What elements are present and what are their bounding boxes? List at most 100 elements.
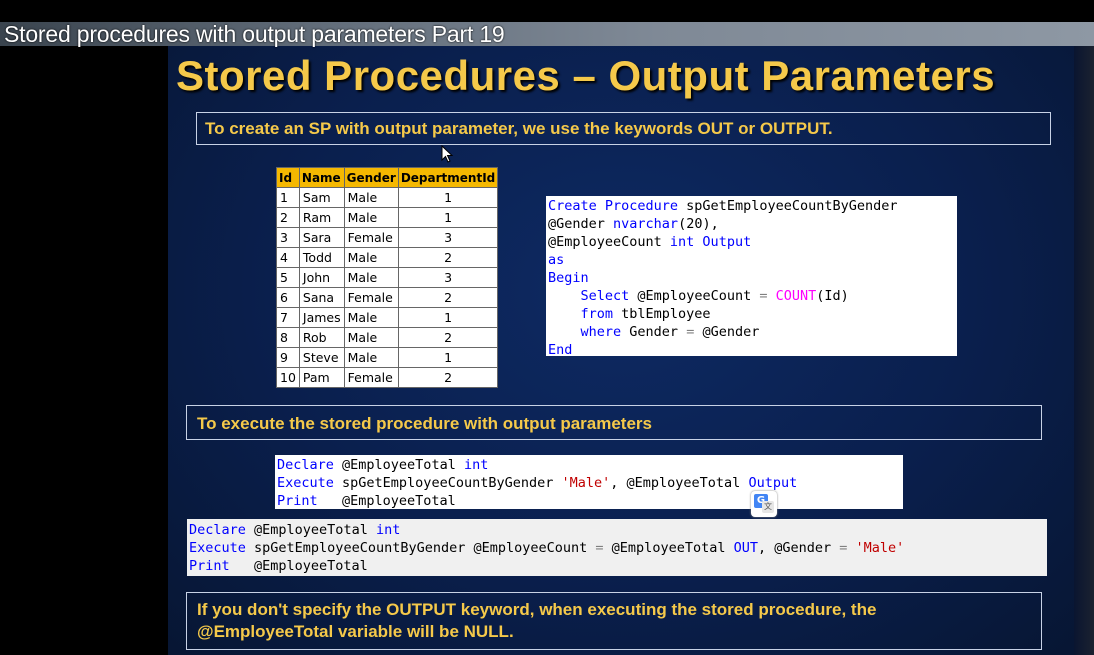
- table-cell: 2: [276, 207, 300, 228]
- table-cell: 6: [276, 287, 300, 308]
- table-cell: 1: [397, 187, 499, 208]
- slide-edge: [1074, 46, 1094, 655]
- employee-table: Id Name Gender DepartmentId 1 Sam Male 1 2 Ra…: [276, 167, 499, 388]
- table-cell: 1: [276, 187, 300, 208]
- execute-heading-text: To execute the stored procedure with out…: [197, 414, 652, 433]
- intro-box: To create an SP with output parameter, w…: [196, 112, 1051, 145]
- table-cell: 1: [397, 307, 499, 328]
- table-cell: 2: [397, 367, 499, 388]
- code-token: @EmployeeTotal: [333, 457, 464, 473]
- code-token: spGetEmployeeCountByGender @EmployeeCoun…: [245, 540, 596, 556]
- code-token: int Output: [669, 234, 752, 250]
- code-token: , @Gender: [757, 540, 840, 556]
- table-cell: Male: [343, 307, 399, 328]
- execute-heading-box: To execute the stored procedure with out…: [186, 405, 1042, 440]
- translate-t-glyph: 文: [762, 501, 774, 513]
- code-token: Select: [580, 288, 630, 304]
- table-cell: Female: [343, 287, 399, 308]
- note-line-2: @EmployeeTotal variable will be NULL.: [197, 622, 514, 641]
- table-cell: Steve: [298, 347, 345, 368]
- table-cell: 2: [397, 247, 499, 268]
- code-token: tblEmployee: [613, 306, 711, 322]
- table-cell: Sana: [298, 287, 345, 308]
- code-token: OUT: [733, 540, 758, 556]
- code-token: @EmployeeCount: [548, 234, 670, 250]
- code-token: as: [548, 252, 565, 268]
- code-token: Print: [189, 558, 230, 574]
- table-row: 4 Todd Male 2: [276, 247, 499, 268]
- table-header-row: Id Name Gender DepartmentId: [276, 167, 499, 188]
- table-cell: Sam: [298, 187, 345, 208]
- code-token: COUNT: [767, 288, 817, 304]
- code-token: Create Procedure: [548, 198, 679, 214]
- table-cell: Male: [343, 247, 399, 268]
- code-token: (20),: [678, 216, 719, 232]
- code-token: Execute: [277, 475, 334, 491]
- table-cell: 3: [397, 267, 499, 288]
- code-token: @Gender: [548, 216, 614, 232]
- table-row: 2 Ram Male 1: [276, 207, 499, 228]
- code-token: int: [463, 457, 489, 473]
- code-token: from: [580, 306, 614, 322]
- table-cell: 9: [276, 347, 300, 368]
- table-body: 1 Sam Male 1 2 Ram Male 1 3 Sara Female 3 4 Todd Male 2…: [276, 187, 499, 388]
- note-box: If you don't specify the OUTPUT keyword,…: [186, 592, 1042, 650]
- code-token: (Id): [816, 288, 849, 304]
- table-row: 9 Steve Male 1: [276, 347, 499, 368]
- code-token: spGetEmployeeCountByGender: [333, 475, 562, 491]
- code-token: spGetEmployeeCountByGender: [678, 198, 898, 214]
- table-row: 7 James Male 1: [276, 307, 499, 328]
- table-cell: 1: [397, 347, 499, 368]
- code-token: Execute: [189, 540, 246, 556]
- table-cell: Female: [343, 227, 399, 248]
- table-cell: Female: [343, 367, 399, 388]
- code-token: @Gender: [694, 324, 760, 340]
- table-cell: Pam: [298, 367, 345, 388]
- code-token: 'Male': [847, 540, 905, 556]
- code-token: Begin: [548, 270, 589, 286]
- create-procedure-code: Create Procedure spGetEmployeeCountByGen…: [546, 196, 957, 358]
- code-token: , @EmployeeTotal: [610, 475, 749, 491]
- code-token: nvarchar: [613, 216, 679, 232]
- intro-text: To create an SP with output parameter, w…: [205, 119, 833, 138]
- table-cell: 7: [276, 307, 300, 328]
- table-row: 1 Sam Male 1: [276, 187, 499, 208]
- table-cell: Rob: [298, 327, 345, 348]
- code-token: =: [595, 540, 604, 556]
- code-token: 'Male': [561, 475, 611, 491]
- table-cell: 8: [276, 327, 300, 348]
- column-header: Name: [298, 167, 345, 188]
- video-frame: Stored procedures with output parameters…: [0, 0, 1094, 655]
- code-token: @EmployeeTotal: [603, 540, 734, 556]
- code-token: where: [580, 324, 622, 340]
- note-line-1: If you don't specify the OUTPUT keyword,…: [197, 600, 877, 619]
- table-cell: Male: [343, 347, 399, 368]
- code-token: Declare: [189, 522, 246, 538]
- table-cell: Male: [343, 207, 399, 228]
- execute-code-1: Declare @EmployeeTotal int Execute spGet…: [275, 455, 903, 509]
- mouse-pointer-icon: [441, 145, 454, 163]
- execute-code-2: Declare @EmployeeTotal int Execute spGet…: [187, 519, 1047, 576]
- google-translate-icon[interactable]: G 文: [751, 491, 777, 517]
- table-cell: 2: [397, 287, 499, 308]
- code-token: @EmployeeTotal: [229, 558, 368, 574]
- table-cell: 4: [276, 247, 300, 268]
- video-title[interactable]: Stored procedures with output parameters…: [4, 21, 505, 48]
- table-cell: 3: [276, 227, 300, 248]
- table-cell: John: [298, 267, 345, 288]
- column-header: Gender: [343, 167, 399, 188]
- table-cell: James: [298, 307, 345, 328]
- code-token: int: [375, 522, 401, 538]
- table-cell: Ram: [298, 207, 345, 228]
- table-cell: 3: [397, 227, 499, 248]
- table-row: 10 Pam Female 2: [276, 367, 499, 388]
- code-token: Output: [748, 475, 798, 491]
- table-cell: Sara: [298, 227, 345, 248]
- slide-heading: Stored Procedures – Output Parameters: [176, 52, 996, 99]
- column-header: DepartmentId: [397, 167, 499, 188]
- table-row: 5 John Male 3: [276, 267, 499, 288]
- table-cell: Male: [343, 267, 399, 288]
- column-header: Id: [276, 167, 300, 188]
- table-cell: 5: [276, 267, 300, 288]
- table-cell: 10: [276, 367, 300, 388]
